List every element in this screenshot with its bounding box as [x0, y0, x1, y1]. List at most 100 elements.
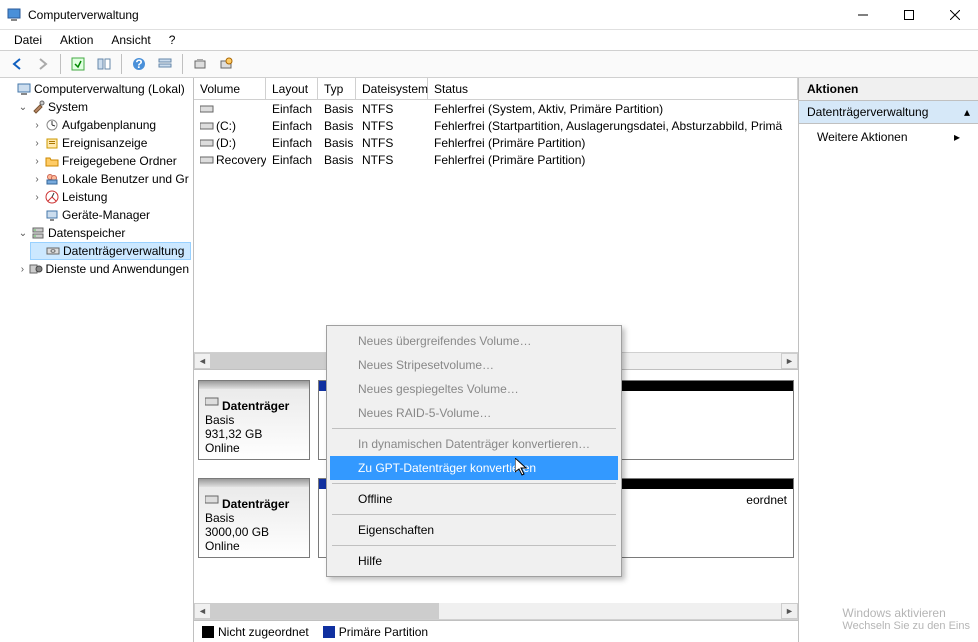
users-icon — [44, 171, 60, 187]
refresh-disks-button[interactable] — [189, 53, 211, 75]
col-volume[interactable]: Volume — [194, 78, 266, 99]
menu-action[interactable]: Aktion — [52, 31, 101, 49]
show-hide-tree-button[interactable] — [67, 53, 89, 75]
h-scrollbar-bottom[interactable]: ◄ ► — [194, 603, 798, 620]
expand-icon[interactable]: › — [30, 120, 44, 131]
close-button[interactable] — [932, 0, 978, 30]
tree-root[interactable]: Computerverwaltung (Lokal) — [2, 80, 191, 98]
minimize-button[interactable] — [840, 0, 886, 30]
scroll-right-button[interactable]: ► — [781, 603, 798, 619]
ctx-properties[interactable]: Eigenschaften — [330, 518, 618, 542]
vol-layout: Einfach — [266, 119, 318, 133]
drive-icon — [205, 396, 219, 408]
watermark-line1: Windows aktivieren — [842, 606, 970, 620]
tree-shared-label: Freigegebene Ordner — [62, 154, 177, 168]
computer-icon — [16, 81, 32, 97]
folder-icon — [44, 153, 60, 169]
col-status[interactable]: Status — [428, 78, 798, 99]
disk-state: Online — [205, 539, 303, 553]
actions-category[interactable]: Datenträgerverwaltung ▴ — [799, 101, 978, 124]
tree-devmgr-label: Geräte-Manager — [62, 208, 150, 222]
disk-header[interactable]: Datenträger Basis 931,32 GB Online — [198, 380, 310, 460]
tree-scheduler[interactable]: ›Aufgabenplanung — [30, 116, 191, 134]
view-options-button[interactable] — [154, 53, 176, 75]
disk-state: Online — [205, 441, 303, 455]
tree-perf[interactable]: › Leistung — [30, 188, 191, 206]
maximize-button[interactable] — [886, 0, 932, 30]
vol-type: Basis — [318, 119, 356, 133]
scroll-left-button[interactable]: ◄ — [194, 353, 211, 369]
col-fs[interactable]: Dateisystem — [356, 78, 428, 99]
separator — [332, 483, 616, 484]
vol-fs: NTFS — [356, 102, 428, 116]
vol-status: Fehlerfrei (Startpartition, Auslagerungs… — [428, 119, 798, 133]
vol-name: Recovery — [216, 153, 266, 167]
ctx-help[interactable]: Hilfe — [330, 549, 618, 573]
settings-button[interactable] — [215, 53, 237, 75]
vol-fs: NTFS — [356, 119, 428, 133]
ctx-offline[interactable]: Offline — [330, 487, 618, 511]
vol-type: Basis — [318, 153, 356, 167]
menubar: Datei Aktion Ansicht ? — [0, 30, 978, 50]
disk-label: Datenträger — [222, 497, 289, 511]
collapse-icon[interactable]: ⌄ — [16, 228, 30, 239]
watermark-line2: Wechseln Sie zu den Eins — [842, 620, 970, 632]
menu-view[interactable]: Ansicht — [103, 31, 158, 49]
menu-file[interactable]: Datei — [6, 31, 50, 49]
tree-diskmgmt[interactable]: Datenträgerverwaltung — [30, 242, 191, 260]
tree-system[interactable]: ⌄ System — [16, 98, 191, 116]
vol-name: (D:) — [216, 136, 236, 150]
tree-storage[interactable]: ⌄ Datenspeicher — [16, 224, 191, 242]
separator — [332, 545, 616, 546]
ctx-spanned-volume[interactable]: Neues übergreifendes Volume… — [330, 329, 618, 353]
properties-button[interactable] — [93, 53, 115, 75]
toolbar: ? — [0, 50, 978, 78]
separator — [332, 514, 616, 515]
vol-layout: Einfach — [266, 102, 318, 116]
menu-help[interactable]: ? — [161, 31, 184, 49]
ctx-raid5-volume[interactable]: Neues RAID-5-Volume… — [330, 401, 618, 425]
volume-list: Einfach Basis NTFS Fehlerfrei (System, A… — [194, 100, 798, 352]
back-button[interactable] — [6, 53, 28, 75]
collapse-caret-icon: ▴ — [964, 105, 970, 119]
event-icon — [44, 135, 60, 151]
col-layout[interactable]: Layout — [266, 78, 318, 99]
ctx-convert-dynamic[interactable]: In dynamischen Datenträger konvertieren… — [330, 432, 618, 456]
scroll-right-button[interactable]: ► — [781, 353, 798, 369]
tree-diskmgmt-label: Datenträgerverwaltung — [63, 244, 184, 258]
tree-devmgr[interactable]: Geräte-Manager — [30, 206, 191, 224]
actions-more-label: Weitere Aktionen — [817, 130, 908, 144]
scroll-thumb[interactable] — [211, 603, 439, 619]
expand-icon[interactable]: › — [16, 264, 29, 275]
actions-category-label: Datenträgerverwaltung — [807, 105, 928, 119]
tree-perf-label: Leistung — [62, 190, 107, 204]
tree-shared[interactable]: › Freigegebene Ordner — [30, 152, 191, 170]
scroll-left-button[interactable]: ◄ — [194, 603, 211, 619]
volume-row[interactable]: (C:) Einfach Basis NTFS Fehlerfrei (Star… — [194, 117, 798, 134]
disk-header[interactable]: Datenträger Basis 3000,00 GB Online — [198, 478, 310, 558]
tree-services[interactable]: ›Dienste und Anwendungen — [16, 260, 191, 278]
actions-more[interactable]: Weitere Aktionen ▸ — [799, 124, 978, 150]
col-type[interactable]: Typ — [318, 78, 356, 99]
clock-icon — [44, 117, 60, 133]
ctx-mirror-volume[interactable]: Neues gespiegeltes Volume… — [330, 377, 618, 401]
expand-icon[interactable]: › — [30, 156, 44, 167]
ctx-stripe-volume[interactable]: Neues Stripesetvolume… — [330, 353, 618, 377]
volume-row[interactable]: Einfach Basis NTFS Fehlerfrei (System, A… — [194, 100, 798, 117]
ctx-convert-gpt[interactable]: Zu GPT-Datenträger konvertieren — [330, 456, 618, 480]
volume-row[interactable]: Recovery Einfach Basis NTFS Fehlerfrei (… — [194, 151, 798, 168]
expand-icon[interactable]: › — [30, 138, 44, 149]
svg-text:?: ? — [135, 57, 142, 71]
tree-users[interactable]: ›Lokale Benutzer und Gr — [30, 170, 191, 188]
forward-button[interactable] — [32, 53, 54, 75]
collapse-icon[interactable]: ⌄ — [16, 102, 30, 113]
app-icon — [6, 7, 22, 23]
expand-icon[interactable]: › — [30, 174, 44, 185]
expand-icon[interactable]: › — [30, 192, 44, 203]
activation-watermark: Windows aktivieren Wechseln Sie zu den E… — [842, 606, 970, 632]
legend-primary: Primäre Partition — [323, 625, 428, 639]
tree-eventviewer[interactable]: ›Ereignisanzeige — [30, 134, 191, 152]
volume-row[interactable]: (D:) Einfach Basis NTFS Fehlerfrei (Prim… — [194, 134, 798, 151]
help-button[interactable]: ? — [128, 53, 150, 75]
separator — [332, 428, 616, 429]
